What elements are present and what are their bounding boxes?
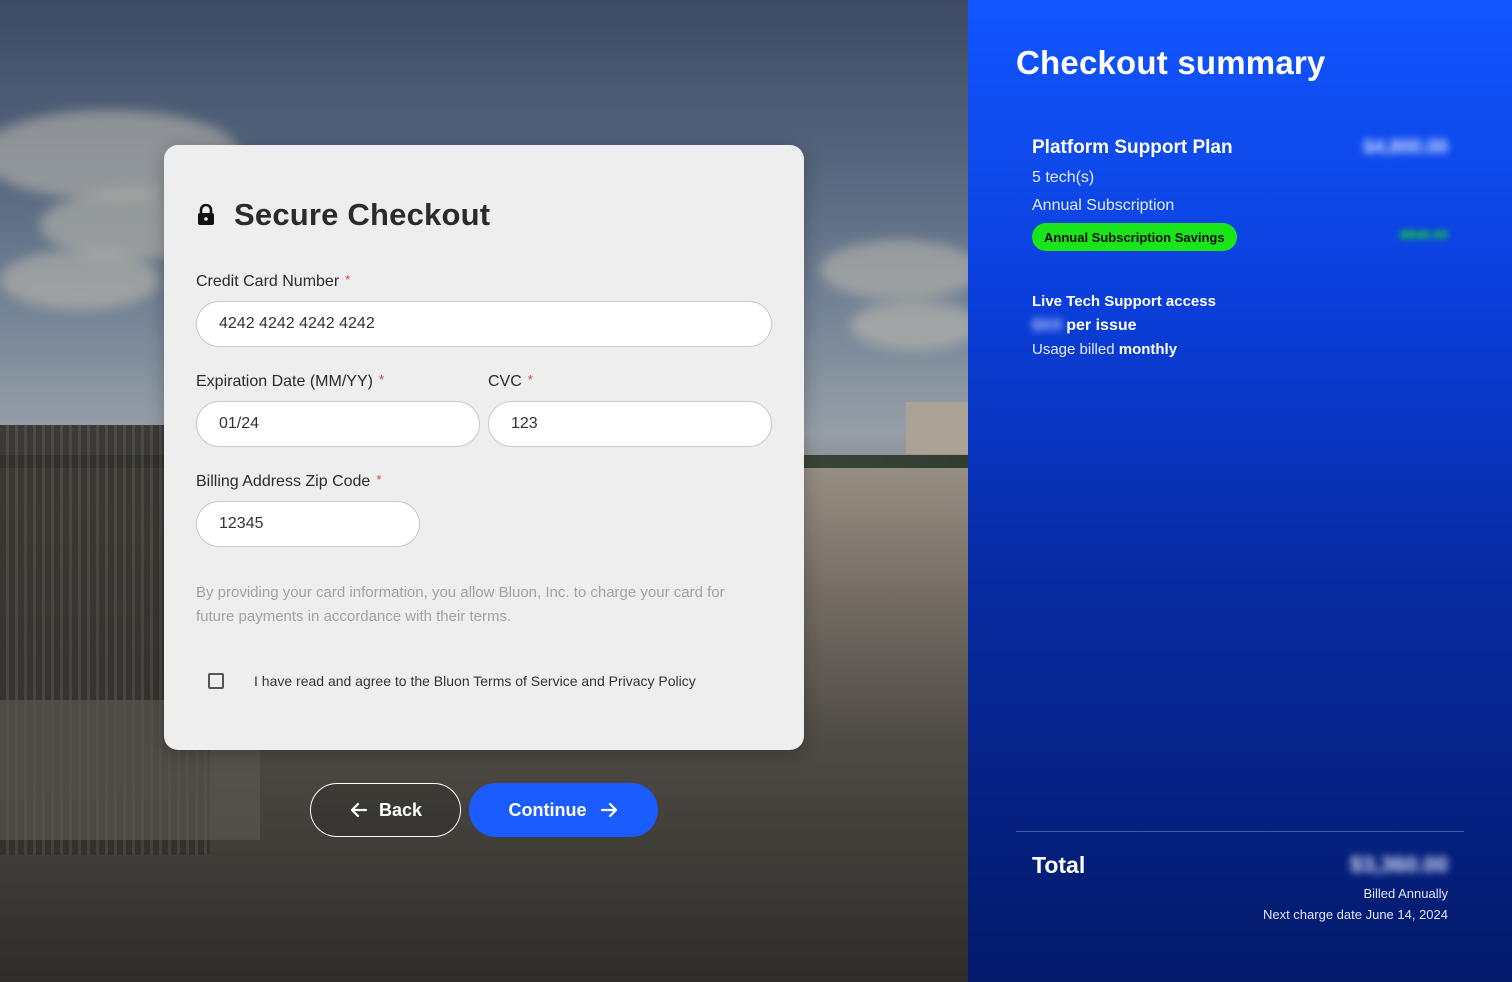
savings-badge: Annual Subscription Savings <box>1032 223 1237 251</box>
support-price-amount: $XX <box>1032 317 1063 334</box>
expiration-input[interactable] <box>196 401 480 447</box>
terms-agreement: I have read and agree to the Bluon Terms… <box>208 673 696 689</box>
summary-title: Checkout summary <box>1016 44 1326 81</box>
card-number-label: Credit Card Number * <box>196 272 351 290</box>
page-title: Secure Checkout <box>234 197 491 232</box>
plan-name: Platform Support Plan <box>1032 137 1233 158</box>
card-number-input[interactable] <box>196 301 772 347</box>
support-title: Live Tech Support access <box>1032 293 1216 310</box>
summary-divider <box>1016 831 1464 832</box>
expiration-label: Expiration Date (MM/YY) * <box>196 372 384 390</box>
usage-prefix: Usage billed <box>1032 341 1115 358</box>
continue-label: Continue <box>508 799 587 820</box>
lock-icon <box>196 203 216 226</box>
support-price: $XX per issue <box>1032 317 1137 335</box>
back-button[interactable]: Back <box>310 783 461 837</box>
required-marker: * <box>345 272 351 287</box>
usage-billing: Usage billed monthly <box>1032 341 1177 358</box>
continue-button[interactable]: Continue <box>469 783 658 837</box>
terms-label: I have read and agree to the Bluon Terms… <box>254 673 696 689</box>
arrow-right-icon <box>600 802 617 818</box>
terms-checkbox[interactable] <box>208 673 224 689</box>
cvc-input[interactable] <box>488 401 772 447</box>
plan-subscription: Annual Subscription <box>1032 197 1175 214</box>
savings-amount: -$840.00 <box>1396 227 1448 242</box>
payment-disclaimer: By providing your card information, you … <box>196 584 725 625</box>
support-price-unit: per issue <box>1066 317 1137 334</box>
zip-input[interactable] <box>196 501 420 547</box>
required-marker: * <box>378 372 384 387</box>
required-marker: * <box>527 372 533 387</box>
next-charge-date: Next charge date June 14, 2024 <box>1262 907 1448 922</box>
usage-period: monthly <box>1118 341 1178 358</box>
total-label: Total <box>1032 852 1086 878</box>
arrow-left-icon <box>350 802 368 818</box>
plan-techs: 5 tech(s) <box>1032 169 1095 186</box>
cvc-label: CVC * <box>488 372 533 390</box>
back-label: Back <box>378 799 423 820</box>
plan-price: $4,800.00 <box>1363 137 1448 158</box>
checkout-card: Secure Checkout Credit Card Number* Expi… <box>164 145 804 750</box>
billing-frequency: Billed Annually <box>1363 886 1448 901</box>
zip-label: Billing Address Zip Code * <box>196 472 382 490</box>
checkout-header: Secure Checkout <box>196 197 490 233</box>
checkout-summary-panel: Checkout summary Platform Support Plan $… <box>968 0 1512 982</box>
total-amount: $3,360.00 <box>1350 852 1448 877</box>
required-marker: * <box>376 472 382 487</box>
